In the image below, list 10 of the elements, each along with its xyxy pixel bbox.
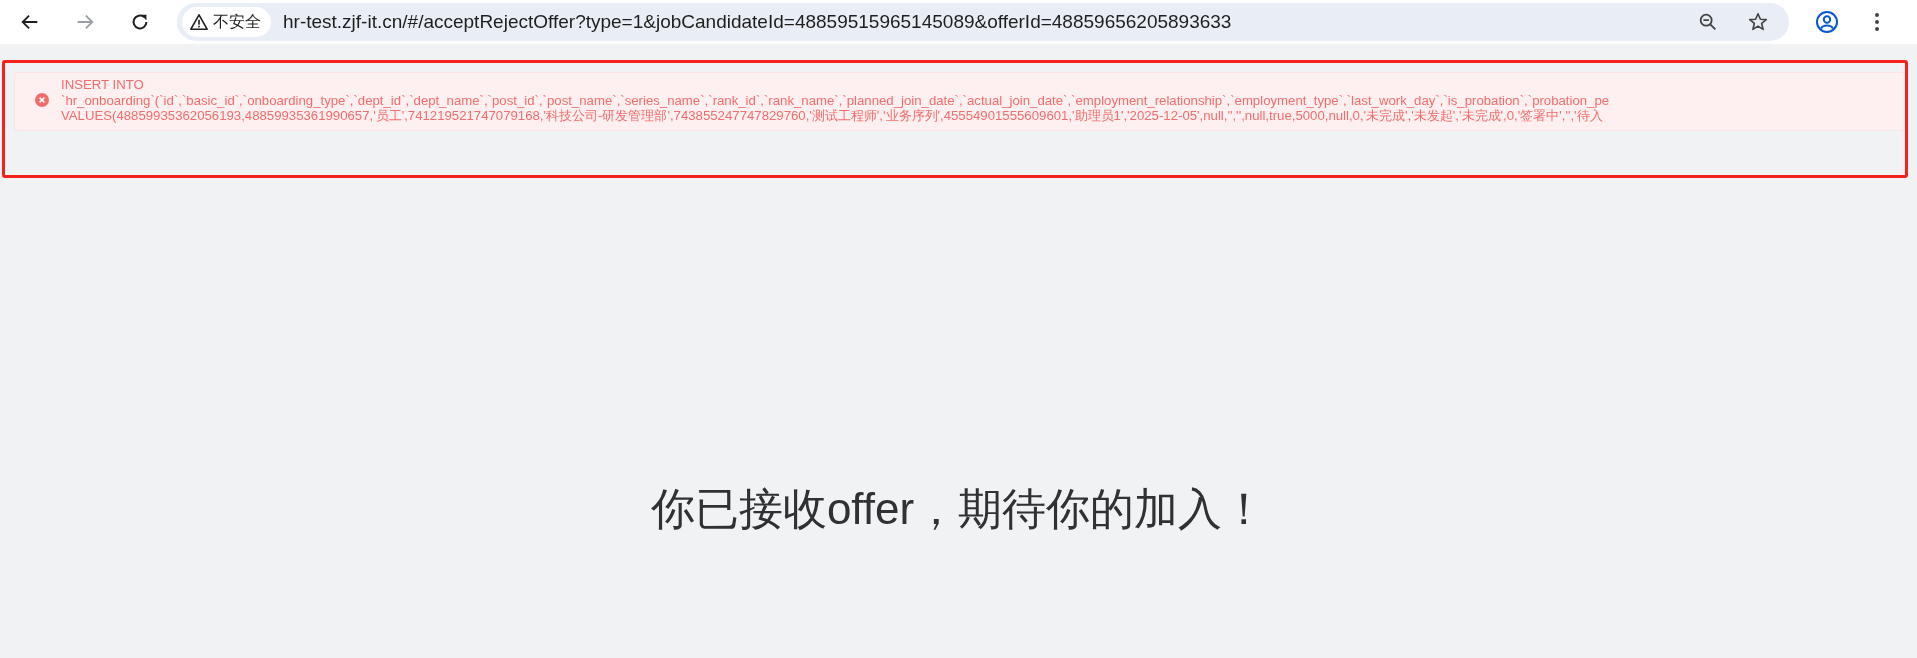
star-icon[interactable] (1747, 11, 1769, 33)
zoom-out-icon[interactable] (1697, 11, 1719, 33)
profile-icon[interactable] (1815, 10, 1839, 34)
error-text: INSERT INTO `hr_onboarding`(`id`,`basic_id`,`onboarding_type`,`dept_id`,`dept_name`,`post_id`,`post_name`,`series_name`,`rank_id`,`rank_name`,`planned_join_date`,`actual_join_date`,`employment_relationship`,`employment_type`,`last_work_day`,`is_probation`,`probation_pe VALUES(48859935362056193,48859935361990657,'员工',741219521747079168,'科技公司-研发管理部',743855247747829760,'测试工程师','业务序列',45554901555609601,'助理员1','2025-12-05',null,'','',null,true,5000,null,0,'未完成','未发起','未完成',0,'签署中','','待入 (61, 77, 1610, 124)
success-message: 你已接收offer，期待你的加入！ (649, 483, 1268, 535)
address-bar[interactable]: 不安全 hr-test.zjf-it.cn/#/acceptRejectOffer?type=1&jobCandidateId=48859515965145089&offerId=48859656205893633 (177, 3, 1789, 41)
url-text[interactable]: hr-test.zjf-it.cn/#/acceptRejectOffer?type=1&jobCandidateId=48859515965145089&offerId=48859656205893633 (283, 11, 1669, 33)
warning-icon (190, 13, 208, 31)
security-chip[interactable]: 不安全 (182, 7, 271, 37)
error-icon (35, 93, 49, 108)
